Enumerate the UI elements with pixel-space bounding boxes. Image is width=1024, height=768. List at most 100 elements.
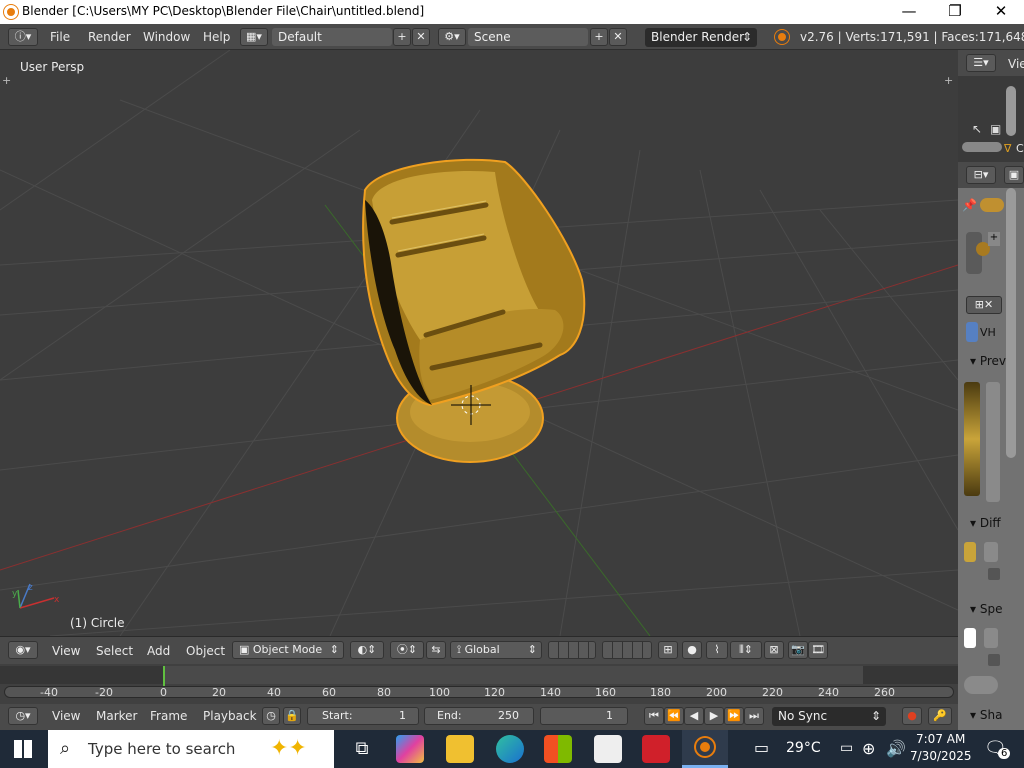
start-frame-field[interactable]: Start: 1: [307, 707, 419, 725]
outliner-scrollbar[interactable]: [1006, 86, 1016, 136]
volume-icon[interactable]: 🔊: [886, 739, 906, 758]
maximize-button[interactable]: ❐: [932, 0, 978, 24]
current-frame-field[interactable]: 1: [540, 707, 628, 725]
task-view-icon[interactable]: ⧉: [348, 735, 376, 763]
toolshelf-toggle-icon[interactable]: +: [2, 74, 11, 87]
copilot-icon[interactable]: [396, 735, 424, 763]
app-red-icon[interactable]: [642, 735, 670, 763]
snap-toggle-button[interactable]: ⌇: [706, 641, 728, 659]
add-layout-button[interactable]: +: [393, 28, 411, 46]
menu-help[interactable]: Help: [203, 30, 230, 44]
edge-browser-icon[interactable]: [496, 735, 524, 763]
specular-ramp-checkbox[interactable]: [988, 654, 1000, 666]
vh-label[interactable]: VH: [980, 326, 996, 339]
filter-icon[interactable]: ∇: [1004, 142, 1011, 155]
render-engine-dropdown[interactable]: Blender Render ⇕: [645, 28, 757, 47]
section-diffuse-label[interactable]: ▾ Diff: [970, 516, 1001, 530]
menu-object[interactable]: Object: [186, 644, 225, 658]
play-reverse-button[interactable]: ◀: [684, 707, 704, 725]
3d-viewport[interactable]: z x y User Persp (1) Circle + +: [0, 50, 958, 636]
add-scene-button[interactable]: +: [590, 28, 608, 46]
properties-toggle-icon[interactable]: +: [944, 74, 953, 87]
file-explorer-icon[interactable]: [446, 735, 474, 763]
menu-frame[interactable]: Frame: [150, 709, 187, 723]
diffuse-ramp-checkbox[interactable]: [988, 568, 1000, 580]
menu-render[interactable]: Render: [88, 30, 131, 44]
render-tab-icon[interactable]: ▣: [1004, 166, 1024, 184]
editor-type-info-button[interactable]: ⓘ▾: [8, 28, 38, 46]
material-scrollbar[interactable]: [1006, 188, 1016, 458]
jump-to-keyframe-forward-button[interactable]: ⏩: [724, 707, 744, 725]
snap-element-dropdown[interactable]: ⫴⇕: [730, 641, 762, 659]
material-icon[interactable]: [980, 198, 1004, 212]
editor-type-properties-button[interactable]: ⊟▾: [966, 166, 996, 184]
preview-type-buttons[interactable]: [986, 382, 1000, 502]
end-frame-field[interactable]: End: 250: [424, 707, 534, 725]
menu-marker[interactable]: Marker: [96, 709, 137, 723]
specular-intensity-slider[interactable]: [964, 676, 998, 694]
jump-to-start-button[interactable]: ⏮: [644, 707, 664, 725]
keying-set-button[interactable]: 🔑: [928, 707, 952, 725]
pin-icon[interactable]: 📌: [962, 198, 977, 212]
weather-temp[interactable]: 29°C: [786, 740, 821, 756]
screen-layout-icon[interactable]: ▦▾: [240, 28, 268, 46]
meet-now-icon[interactable]: ▭: [840, 740, 853, 756]
editor-type-3dview-button[interactable]: ◉▾: [8, 641, 38, 659]
render-camera-icon[interactable]: ▣: [990, 122, 1001, 136]
surface-toggle[interactable]: [966, 322, 978, 342]
manipulator-toggle[interactable]: ⇆: [426, 641, 446, 659]
network-icon[interactable]: ⊕: [862, 739, 875, 758]
cursor-select-icon[interactable]: ↖: [972, 122, 982, 136]
viewport-shading-dropdown[interactable]: ◐⇕: [350, 641, 384, 659]
layout-field[interactable]: Default: [272, 28, 392, 46]
windows-start-icon[interactable]: [14, 740, 32, 758]
menu-playback[interactable]: Playback: [203, 709, 257, 723]
diffuse-shader-dropdown[interactable]: [984, 542, 998, 562]
jump-to-keyframe-back-button[interactable]: ⏪: [664, 707, 684, 725]
specular-color-swatch[interactable]: [964, 628, 976, 648]
preview-range-toggle[interactable]: ◷: [262, 707, 280, 725]
section-preview-label[interactable]: ▾ Prev: [970, 354, 1006, 368]
blender-taskbar-button[interactable]: [682, 730, 728, 768]
remove-layout-button[interactable]: ✕: [412, 28, 430, 46]
remove-scene-button[interactable]: ✕: [609, 28, 627, 46]
layer-buttons-1[interactable]: [548, 641, 596, 659]
scene-icon[interactable]: ⚙▾: [438, 28, 466, 46]
microsoft-store-icon[interactable]: [544, 735, 572, 763]
minimize-button[interactable]: —: [886, 0, 932, 24]
diffuse-color-swatch[interactable]: [964, 542, 976, 562]
menu-file[interactable]: File: [50, 30, 70, 44]
editor-type-timeline-button[interactable]: ◷▾: [8, 707, 38, 725]
pivot-point-dropdown[interactable]: ⦿⇕: [390, 641, 424, 659]
weather-icon[interactable]: ▭: [754, 738, 769, 757]
lock-camera-button[interactable]: ⊞: [658, 641, 678, 659]
mail-icon[interactable]: [594, 735, 622, 763]
transform-orientation-dropdown[interactable]: ⟟ Global ⇕: [450, 641, 542, 659]
play-button[interactable]: ▶: [704, 707, 724, 725]
opengl-render-button[interactable]: 📷: [788, 641, 808, 659]
menu-window[interactable]: Window: [143, 30, 190, 44]
material-browse-button[interactable]: ⊞✕: [966, 296, 1002, 314]
mode-dropdown[interactable]: ▣ Object Mode ⇕: [232, 641, 344, 659]
clock-time[interactable]: 7:07 AM: [916, 732, 965, 746]
add-material-button[interactable]: +: [988, 232, 1000, 246]
outliner-view-menu[interactable]: Vie: [1008, 57, 1024, 71]
clock-date[interactable]: 7/30/2025: [910, 749, 972, 763]
current-frame-marker[interactable]: [163, 666, 165, 686]
jump-to-end-button[interactable]: ⏭: [744, 707, 764, 725]
opengl-anim-button[interactable]: 🎞: [808, 641, 828, 659]
record-keyframe-button[interactable]: ●: [902, 707, 922, 725]
render-preview-button[interactable]: ⊠: [764, 641, 784, 659]
menu-view[interactable]: View: [52, 644, 80, 658]
taskbar-search-box[interactable]: ⌕ Type here to search ✦✦: [48, 730, 334, 768]
editor-type-outliner-button[interactable]: ☰▾: [966, 54, 996, 72]
menu-add[interactable]: Add: [147, 644, 170, 658]
section-specular-label[interactable]: ▾ Spe: [970, 602, 1002, 616]
timeline-area[interactable]: -40 -20 0 20 40 60 80 100 120 140 160 18…: [0, 664, 958, 704]
menu-select[interactable]: Select: [96, 644, 133, 658]
lock-range-toggle[interactable]: 🔒: [283, 707, 301, 725]
specular-shader-dropdown[interactable]: [984, 628, 998, 648]
layer-buttons-2[interactable]: [602, 641, 652, 659]
scene-field[interactable]: Scene: [468, 28, 588, 46]
sync-mode-dropdown[interactable]: No Sync ⇕: [772, 707, 886, 726]
